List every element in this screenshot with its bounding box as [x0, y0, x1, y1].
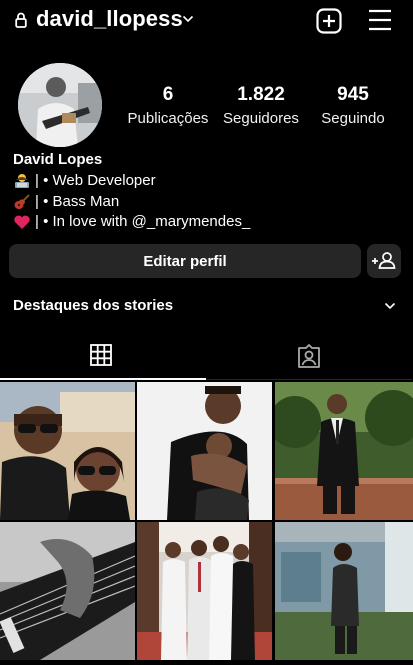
profile-tabs [0, 332, 413, 380]
post-image-group-wedding [137, 522, 272, 660]
bio-line: | • Bass Man [13, 193, 119, 210]
post-thumbnail[interactable] [137, 382, 272, 520]
bio-line: | • In love with @_marymendes_ [13, 213, 250, 230]
followers-count-label: Seguidores [223, 110, 299, 127]
post-thumbnail[interactable] [275, 382, 413, 520]
following-count-label: Seguindo [321, 110, 385, 127]
add-person-icon [372, 252, 396, 269]
edit-profile-button[interactable]: Editar perfil [9, 244, 361, 278]
posts-count-value: 6 [162, 84, 174, 105]
new-post-icon[interactable] [316, 8, 342, 34]
post-image-selfie-couple [0, 382, 135, 520]
bio-text: | • Web Developer [35, 172, 156, 189]
red-heart-emoji-icon [14, 215, 30, 229]
post-thumbnail[interactable] [137, 522, 272, 660]
avatar[interactable] [18, 63, 102, 147]
posts-count: 6 Publicações [123, 84, 213, 127]
bio-text: | • Bass Man [35, 193, 120, 210]
lock-icon [15, 12, 27, 28]
post-image-holding-baby [137, 382, 272, 520]
post-thumbnail[interactable] [0, 382, 135, 520]
chevron-down-icon[interactable] [182, 13, 194, 25]
top-bar: david_llopess [0, 0, 413, 42]
tab-posts-grid[interactable] [0, 332, 206, 380]
grid-icon [90, 344, 112, 366]
post-thumbnail[interactable] [275, 522, 413, 660]
chevron-down-icon[interactable] [384, 300, 396, 312]
bio-line: | • Web Developer [13, 172, 156, 189]
discover-people-button[interactable] [367, 244, 401, 278]
post-image-bass-guitar [0, 522, 135, 660]
post-thumbnail[interactable] [0, 522, 135, 660]
tagged-person-icon [298, 344, 320, 368]
bio-text[interactable]: | • In love with @_marymendes_ [35, 213, 250, 230]
menu-icon[interactable] [368, 9, 392, 31]
story-highlights-title[interactable]: Destaques dos stories [13, 297, 173, 314]
posts-count-label: Publicações [127, 110, 209, 127]
following-count[interactable]: 945 Seguindo [314, 84, 392, 127]
followers-count[interactable]: 1.822 Seguidores [218, 84, 304, 127]
guitar-emoji-icon [14, 193, 30, 209]
following-count-value: 945 [337, 84, 369, 105]
post-image-standing-outdoor [275, 522, 413, 660]
profile-username[interactable]: david_llopess [36, 6, 183, 32]
tab-tagged[interactable] [206, 332, 412, 380]
post-image-suit-outdoor [275, 382, 413, 520]
technologist-emoji-icon [15, 173, 29, 188]
followers-count-value: 1.822 [237, 84, 285, 105]
profile-display-name: David Lopes [13, 151, 103, 168]
